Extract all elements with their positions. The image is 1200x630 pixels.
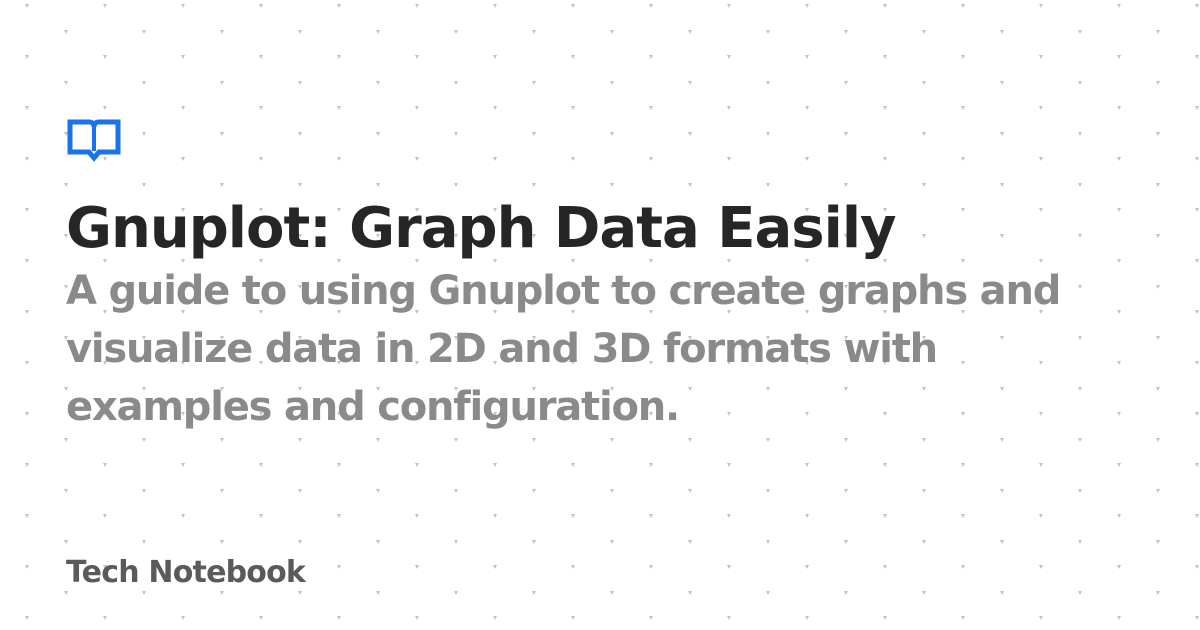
site-name: Tech Notebook <box>66 555 306 590</box>
card-content: Gnuplot: Graph Data Easily A guide to us… <box>66 118 1156 436</box>
page-title: Gnuplot: Graph Data Easily <box>66 196 897 261</box>
open-book-speech-bubble-icon <box>67 119 121 162</box>
page-subtitle: A guide to using Gnuplot to create graph… <box>66 268 1061 430</box>
